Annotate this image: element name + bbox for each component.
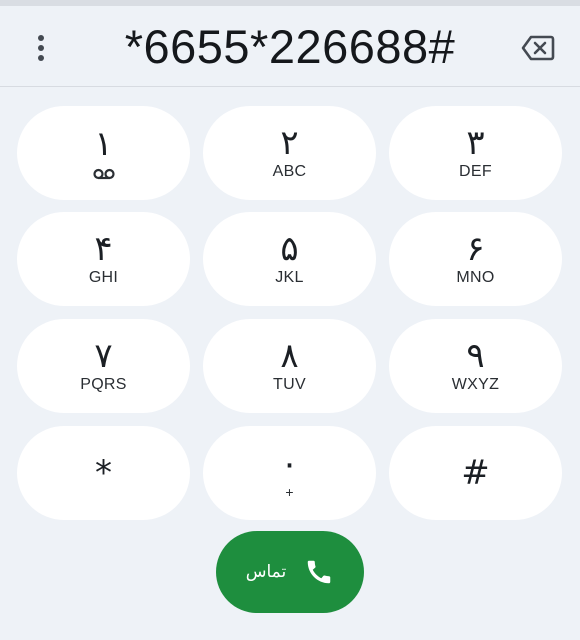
key-letters: PQRS: [80, 376, 127, 393]
key-letters: WXYZ: [451, 376, 500, 393]
key-digit: ۸: [280, 336, 299, 376]
key-star[interactable]: *: [17, 426, 190, 520]
key-5[interactable]: ۵ JKL: [203, 212, 376, 306]
key-7[interactable]: ۷ PQRS: [17, 319, 190, 413]
key-digit: ۲: [280, 123, 299, 163]
key-digit: #: [461, 453, 490, 493]
key-6[interactable]: ۶ MNO: [389, 212, 562, 306]
key-hash[interactable]: #: [389, 426, 562, 520]
key-0[interactable]: ۰ +: [203, 426, 376, 520]
key-letters: ABC: [272, 163, 307, 180]
voicemail-icon: [92, 167, 115, 181]
key-digit: ۵: [280, 229, 299, 269]
key-2[interactable]: ۲ ABC: [203, 106, 376, 200]
key-letters: TUV: [273, 376, 306, 393]
more-vert-icon-dot: [38, 55, 44, 61]
more-vert-icon: [38, 35, 44, 41]
backspace-button[interactable]: [520, 31, 556, 65]
more-vert-icon-dot: [38, 45, 44, 51]
more-options-button[interactable]: [26, 28, 56, 68]
key-8[interactable]: ۸ TUV: [203, 319, 376, 413]
phone-icon: [308, 560, 331, 584]
key-digit: ۷: [94, 336, 113, 376]
key-9[interactable]: ۹ WXYZ: [389, 319, 562, 413]
header-divider: [0, 86, 580, 87]
key-digit: ۴: [94, 229, 113, 269]
key-digit: *: [95, 453, 112, 493]
key-digit: ۳: [466, 123, 485, 163]
key-letters: MNO: [456, 269, 495, 286]
key-letters: GHI: [88, 269, 119, 286]
key-3[interactable]: ۳ DEF: [389, 106, 562, 200]
call-button-label: تماس: [245, 562, 287, 582]
dialer-header: *6655*226688#: [0, 6, 580, 86]
key-digit: ۹: [466, 336, 485, 376]
call-button[interactable]: تماس: [216, 531, 364, 613]
key-digit: ۱: [94, 124, 113, 164]
key-letters: DEF: [459, 163, 492, 180]
key-letters: JKL: [275, 269, 304, 286]
key-4[interactable]: ۴ GHI: [17, 212, 190, 306]
dialed-number-field[interactable]: *6655*226688#: [80, 16, 500, 78]
key-letters: +: [285, 484, 294, 500]
backspace-icon: [521, 35, 555, 61]
key-digit: ۰: [280, 444, 299, 484]
key-digit: ۶: [466, 229, 485, 269]
key-1[interactable]: ۱: [17, 106, 190, 200]
